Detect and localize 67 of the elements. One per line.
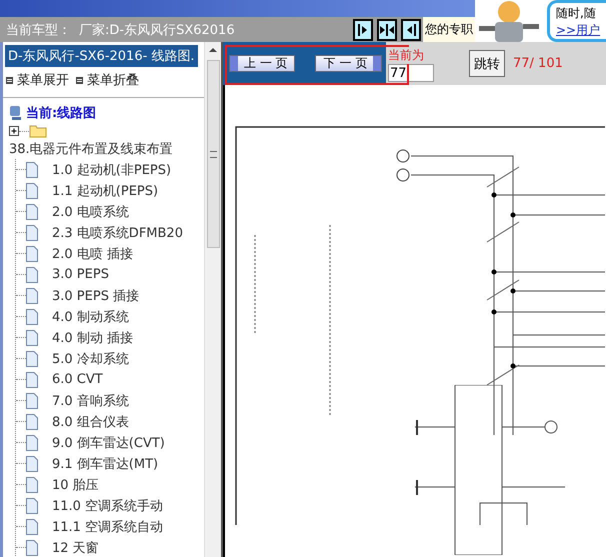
tree-item[interactable]: 4.0 制动 插接 (52, 328, 133, 346)
arrows-inward-icon (380, 24, 394, 36)
tree-item[interactable]: 6.0 CVT (52, 372, 103, 387)
document-icon (26, 246, 38, 262)
user-link[interactable]: >>用户 (556, 22, 606, 39)
document-icon (26, 350, 38, 366)
tree-item[interactable]: 11.0 空调系统手动 (52, 496, 164, 514)
scroll-up-icon[interactable] (209, 48, 217, 52)
document-icon (26, 540, 38, 556)
computer-icon (9, 105, 23, 121)
document-icon (26, 224, 38, 240)
menu-collapse-link[interactable]: 菜单折叠 (87, 71, 139, 89)
document-icon (26, 498, 38, 514)
tree-section-label[interactable]: 38.电器元件布置及线束布置 (3, 140, 204, 158)
tree-item[interactable]: 12 天窗 (52, 538, 99, 556)
tree-item[interactable]: 9.0 倒车雷达(CVT) (52, 434, 165, 452)
tree-item[interactable]: 3.0 PEPS 插接 (52, 286, 140, 304)
tree-item[interactable]: 5.0 冷却系统 (52, 350, 129, 368)
arrow-right-icon (358, 24, 368, 36)
document-icon (26, 476, 38, 492)
current-page-label: 当前为 (388, 47, 424, 64)
scrollbar[interactable] (204, 42, 221, 557)
menu-expand-link[interactable]: 菜单展开 (17, 71, 69, 89)
document-icon (26, 518, 38, 534)
tree-item[interactable]: 2.0 电喷系统 (52, 202, 129, 220)
split-view-button[interactable] (377, 18, 397, 40)
current-view-label: 当前:线路图 (26, 105, 96, 122)
promo-text: 您的专职 (423, 17, 475, 42)
square-icon (76, 76, 83, 84)
page-count: 77/ 101 (513, 56, 563, 71)
vehicle-label: 当前车型： (6, 22, 71, 38)
document-icon (26, 288, 38, 304)
next-page-button[interactable]: 下 一 页 (314, 55, 382, 72)
document-icon (26, 204, 38, 220)
tree-item[interactable]: 3.0 PEPS (52, 267, 109, 282)
tree-item[interactable]: 2.0 电喷 插接 (52, 244, 133, 262)
document-icon (26, 372, 38, 388)
collapse-left-button[interactable] (353, 18, 373, 40)
expand-toggle[interactable] (9, 126, 19, 136)
document-icon (26, 456, 38, 472)
document-icon (26, 308, 38, 324)
document-icon (26, 434, 38, 450)
document-icon (26, 414, 38, 430)
jump-button[interactable]: 跳转 (469, 50, 505, 77)
document-icon (26, 182, 38, 198)
page-number-field[interactable]: 77 (388, 64, 434, 82)
document-icon (26, 266, 38, 282)
tree-item[interactable]: 7.0 音响系统 (52, 392, 129, 410)
previous-page-button[interactable]: 上 一 页 (229, 55, 295, 72)
collapse-right-button[interactable] (401, 18, 421, 40)
tree-item[interactable]: 9.1 倒车雷达(MT) (52, 454, 158, 472)
tree-item[interactable]: 2.3 电喷系统DFMB20 (52, 224, 183, 242)
tree-item[interactable]: 11.1 空调系统自动 (52, 518, 164, 536)
tree-item[interactable]: 4.0 制动系统 (52, 308, 129, 326)
scrollbar-thumb[interactable] (206, 60, 220, 248)
tree-item[interactable]: 8.0 组合仪表 (52, 412, 129, 430)
bubble-text: 随时,随 (556, 5, 597, 22)
square-icon (6, 76, 13, 84)
vehicle-name: 厂家:D-东风风行SX62016 (79, 22, 236, 38)
document-icon (26, 330, 38, 346)
tree-item[interactable]: 10 胎压 (52, 476, 99, 494)
document-title: D-东风风行-SX6-2016- 线路图. (5, 45, 198, 67)
document-icon (26, 162, 38, 178)
document-icon (26, 392, 38, 408)
tree-item[interactable]: 1.0 起动机(非PEPS) (52, 160, 172, 178)
tree-item[interactable]: 1.1 起动机(PEPS) (52, 182, 158, 200)
arrow-left-icon (406, 24, 416, 36)
